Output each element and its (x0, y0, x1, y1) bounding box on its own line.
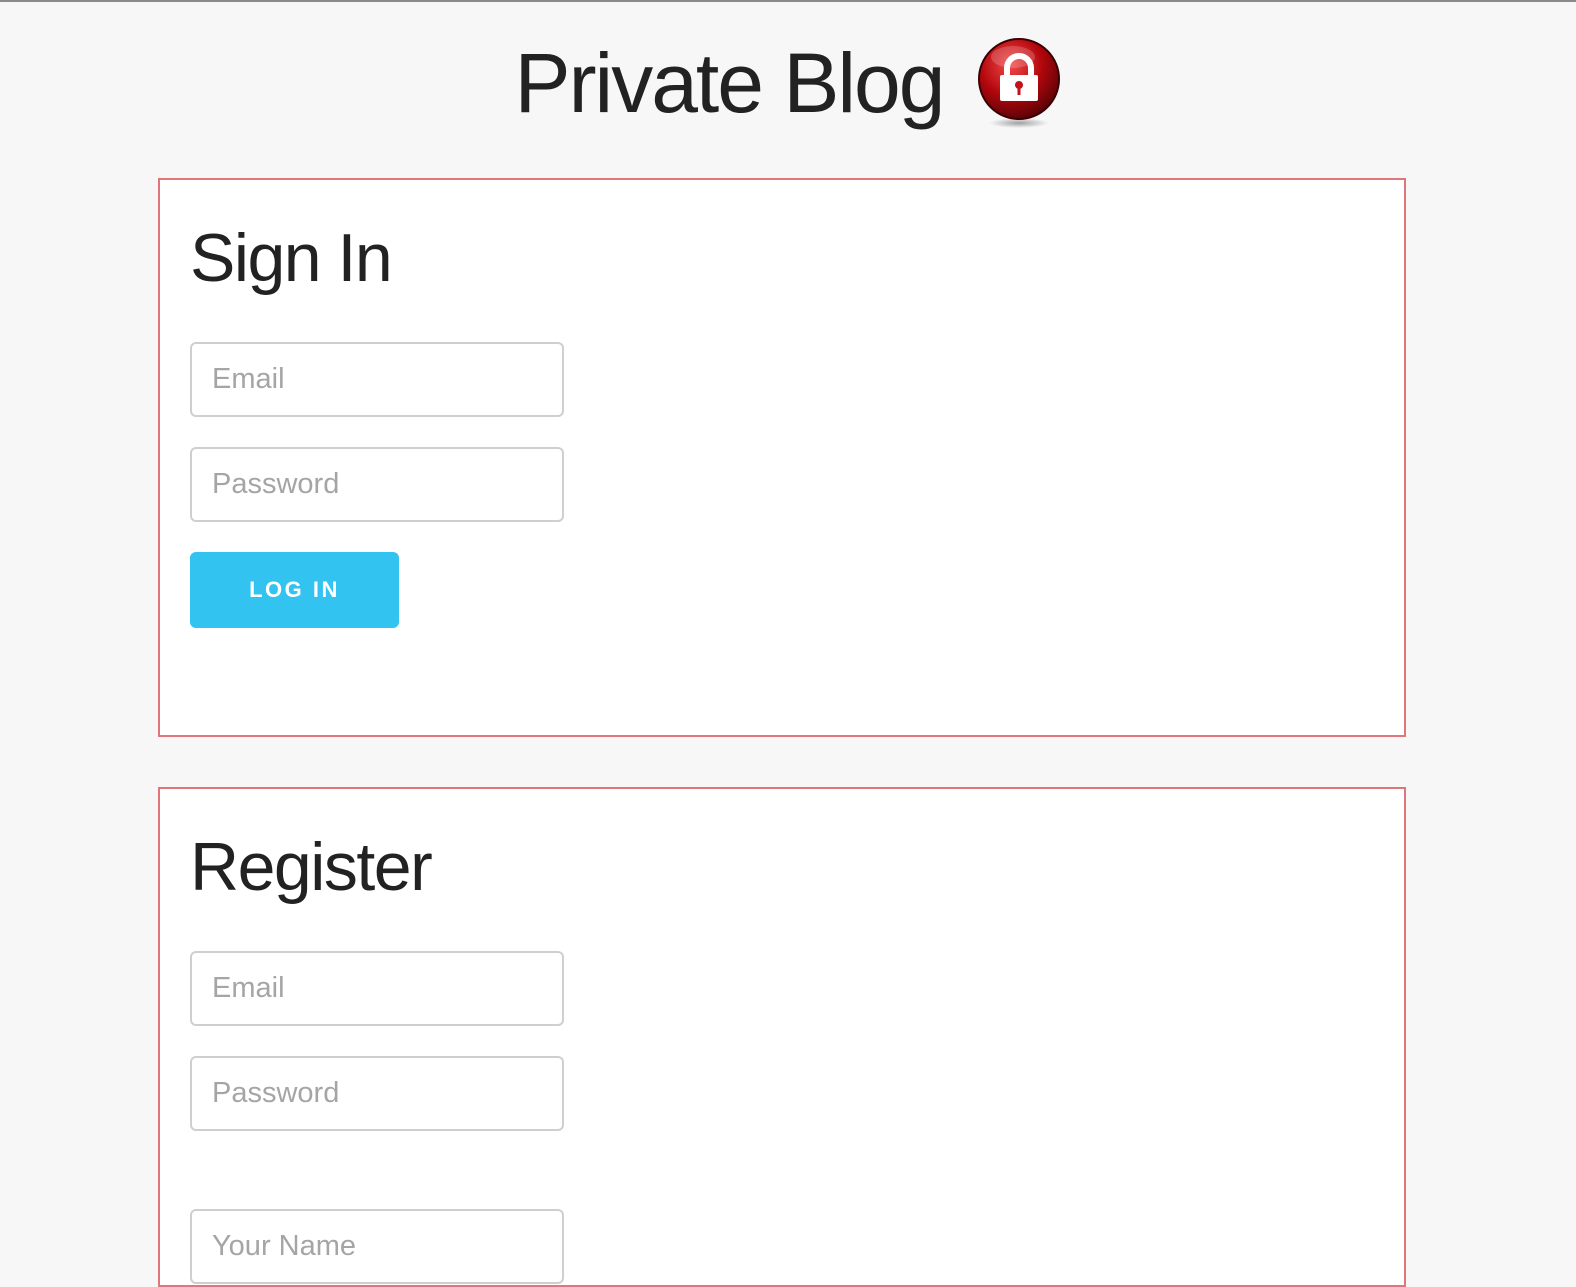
top-divider (0, 0, 1576, 2)
site-header: Private Blog (0, 28, 1576, 138)
register-panel: Register (158, 787, 1406, 1287)
signin-email-input[interactable] (190, 342, 564, 417)
signin-password-input[interactable] (190, 447, 564, 522)
register-password-input[interactable] (190, 1056, 564, 1131)
register-title: Register (190, 829, 433, 905)
signin-title: Sign In (190, 220, 393, 296)
site-title: Private Blog (514, 36, 946, 130)
register-name-input[interactable] (190, 1209, 564, 1284)
register-email-input[interactable] (190, 951, 564, 1026)
login-button[interactable]: LOG IN (190, 552, 399, 628)
signin-panel: Sign In LOG IN (158, 178, 1406, 737)
lock-icon (978, 38, 1061, 128)
